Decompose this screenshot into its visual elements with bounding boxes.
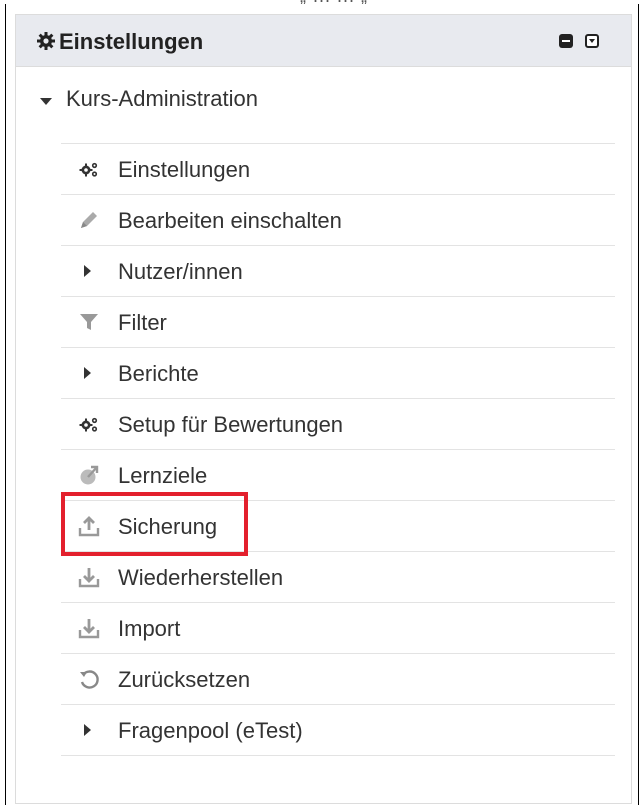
section-kurs-administration[interactable]: Kurs-Administration [16,81,631,121]
menu-item-lernziele[interactable]: Lernziele [61,450,615,501]
settings-block: Einstellungen Kurs-Administration Einste… [15,14,632,804]
gears-icon [79,417,98,432]
menu-item-label: Import [118,616,181,641]
block-header: Einstellungen [16,15,631,67]
target-icon [80,465,99,485]
menu-item-einstellungen[interactable]: Einstellungen [61,144,615,195]
menu-item-label: Setup für Bewertungen [118,412,344,437]
block-title: Einstellungen [59,29,204,54]
menu-item-label: Einstellungen [118,157,251,182]
admin-menu-list: Einstellungen Bearbeiten einschalten Nut… [61,143,615,756]
menu-item-label: Nutzer/innen [118,259,243,284]
gears-icon [79,162,98,177]
download-icon [78,568,100,588]
menu-item-berichte[interactable]: Berichte [61,348,615,399]
menu-item-label: Fragenpool (eTest) [118,718,303,743]
menu-item-label: Wiederherstellen [118,565,284,590]
menu-item-zuruecksetzen[interactable]: Zurücksetzen [61,654,615,705]
menu-item-label: Sicherung [118,514,218,539]
minimize-block-button[interactable] [559,34,573,48]
menu-item-label: Berichte [118,361,199,386]
caret-right-icon [84,265,91,277]
pencil-icon [81,212,97,228]
caret-down-icon [40,98,52,105]
menu-item-nutzer-innen[interactable]: Nutzer/innen [61,246,615,297]
menu-item-label: Lernziele [118,463,208,488]
menu-item-fragenpool[interactable]: Fragenpool (eTest) [61,705,615,756]
menu-item-bearbeiten-einschalten[interactable]: Bearbeiten einschalten [61,195,615,246]
menu-item-label: Zurücksetzen [118,667,251,692]
caret-right-icon [84,367,91,379]
filter-icon [80,314,98,330]
menu-item-sicherung[interactable]: Sicherung [61,501,615,552]
caret-right-icon [84,724,91,736]
upload-icon [78,516,100,537]
collapse-block-button[interactable] [585,34,599,48]
gear-icon [37,32,55,50]
menu-item-wiederherstellen[interactable]: Wiederherstellen [61,552,615,603]
menu-item-import[interactable]: Import [61,603,615,654]
reset-icon [80,670,99,689]
menu-item-setup-bewertungen[interactable]: Setup für Bewertungen [61,399,615,450]
section-label: Kurs-Administration [66,86,258,111]
menu-item-label: Filter [118,310,167,335]
download-icon [78,619,100,639]
menu-item-label: Bearbeiten einschalten [118,208,342,233]
menu-item-filter[interactable]: Filter [61,297,615,348]
